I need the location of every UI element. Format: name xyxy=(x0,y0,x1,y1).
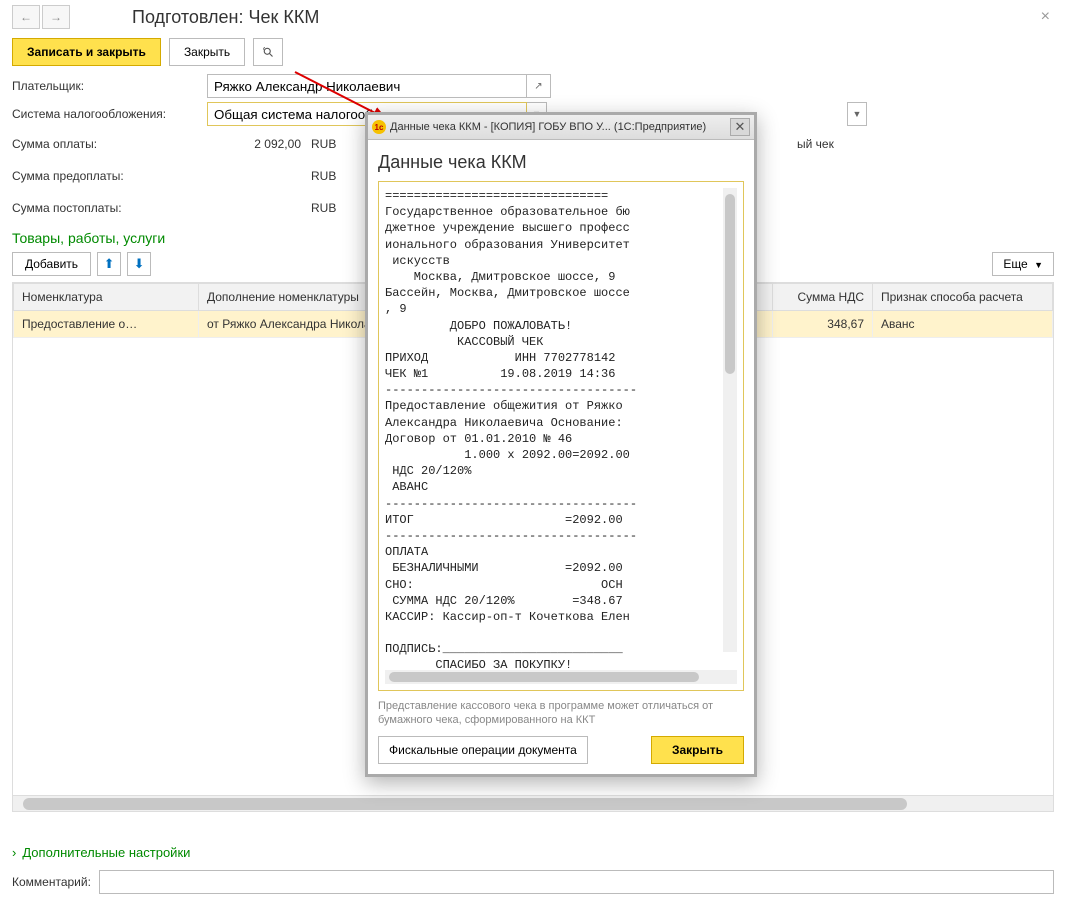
app-logo-icon: 1c xyxy=(372,120,386,134)
receipt-modal: 1c Данные чека ККМ - [КОПИЯ] ГОБУ ВПО У.… xyxy=(365,112,757,777)
sum-pay-currency: RUB xyxy=(307,137,347,151)
add-button[interactable]: Добавить xyxy=(12,252,91,276)
table-h-scrollbar[interactable] xyxy=(13,795,1053,811)
chevron-down-icon: ▼ xyxy=(1034,260,1043,270)
comment-input[interactable] xyxy=(99,870,1054,894)
expand-settings[interactable]: › Дополнительные настройки xyxy=(0,839,1066,866)
preview-button[interactable] xyxy=(253,38,283,66)
modal-disclaimer: Представление кассового чека в программе… xyxy=(378,699,744,728)
open-reference-button[interactable]: ↗ xyxy=(527,74,551,98)
nav-forward-button[interactable]: → xyxy=(42,5,70,29)
payer-input[interactable] xyxy=(207,74,527,98)
cell-nomenclature: Предоставление о… xyxy=(14,311,199,338)
save-close-button[interactable]: Записать и закрыть xyxy=(12,38,161,66)
modal-close-button[interactable]: ✕ xyxy=(730,118,750,136)
receipt-v-scrollbar[interactable] xyxy=(723,188,737,652)
col-addition[interactable]: Дополнение номенклатуры xyxy=(199,284,389,311)
close-button[interactable]: Закрыть xyxy=(169,38,245,66)
tax-label: Система налогообложения: xyxy=(12,107,207,121)
more-button[interactable]: Еще ▼ xyxy=(992,252,1054,276)
receipt-text: =============================== Государс… xyxy=(385,188,737,668)
sum-pre-label: Сумма предоплаты: xyxy=(12,169,207,183)
more-button-label: Еще xyxy=(1003,257,1027,271)
partial-check-label: ый чек xyxy=(797,137,834,151)
close-x-icon[interactable]: × xyxy=(1037,4,1054,30)
sum-pay-label: Сумма оплаты: xyxy=(12,137,207,151)
col-nds[interactable]: Сумма НДС xyxy=(773,284,873,311)
move-up-button[interactable]: ⬆ xyxy=(97,252,121,276)
payer-label: Плательщик: xyxy=(12,79,207,93)
cell-sign: Аванс xyxy=(873,311,1053,338)
chevron-right-icon: › xyxy=(12,845,16,860)
modal-close-yellow-button[interactable]: Закрыть xyxy=(651,736,744,764)
fiscal-operations-button[interactable]: Фискальные операции документа xyxy=(378,736,588,764)
sum-post-currency: RUB xyxy=(307,201,347,215)
expand-settings-label: Дополнительные настройки xyxy=(22,845,190,860)
dropdown2-icon[interactable]: ▼ xyxy=(847,102,867,126)
receipt-h-scrollbar[interactable] xyxy=(385,670,737,684)
sum-post-label: Сумма постоплаты: xyxy=(12,201,207,215)
cell-addition: от Ряжко Александра Никола xyxy=(199,311,389,338)
magnify-icon xyxy=(262,44,274,60)
page-title: Подготовлен: Чек ККМ xyxy=(132,7,319,28)
col-nomenclature[interactable]: Номенклатура xyxy=(14,284,199,311)
sum-pay-value: 2 092,00 xyxy=(207,137,307,151)
modal-heading: Данные чека ККМ xyxy=(378,152,744,173)
sum-pre-currency: RUB xyxy=(307,169,347,183)
cell-nds: 348,67 xyxy=(773,311,873,338)
comment-label: Комментарий: xyxy=(12,875,91,889)
move-down-button[interactable]: ⬇ xyxy=(127,252,151,276)
nav-back-button[interactable]: ← xyxy=(12,5,40,29)
modal-titlebar-text: Данные чека ККМ - [КОПИЯ] ГОБУ ВПО У... … xyxy=(390,121,706,133)
col-sign[interactable]: Признак способа расчета xyxy=(873,284,1053,311)
